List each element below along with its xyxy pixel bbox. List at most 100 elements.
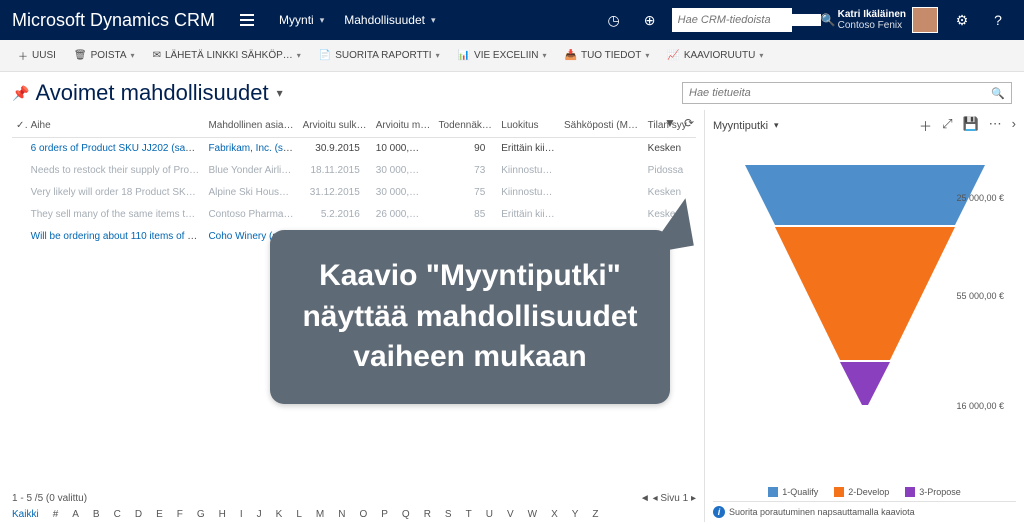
- chart-title[interactable]: Myyntiputki: [713, 120, 768, 132]
- cmd-email-link[interactable]: ✉ LÄHETÄ LINKKI SÄHKÖP… ▾: [145, 46, 309, 65]
- chart-save-icon[interactable]: 💾: [962, 116, 978, 135]
- customer-link[interactable]: Contoso Pharmaceuticals (…: [208, 209, 298, 220]
- col-estclose[interactable]: Arvioitu sulkemispäiv…: [299, 114, 372, 138]
- chart-new-icon[interactable]: ＋: [919, 116, 932, 135]
- chart-more-icon[interactable]: ⋯: [989, 116, 1002, 135]
- table-row[interactable]: They sell many of the same items that we…: [12, 204, 696, 226]
- command-bar: ＋ UUSI 🗑 POISTA ▾ ✉ LÄHETÄ LINKKI SÄHKÖP…: [0, 40, 1024, 72]
- funnel-label-2: 55 000,00 €: [956, 291, 1004, 301]
- alpha-letter[interactable]: G: [197, 509, 205, 520]
- nav-entity-opportunities[interactable]: Mahdollisuudet ▾: [334, 0, 445, 40]
- cmd-import[interactable]: 📥 TUO TIEDOT ▾: [557, 46, 658, 65]
- col-rating[interactable]: Luokitus: [497, 114, 560, 138]
- brand-title: Microsoft Dynamics CRM: [8, 10, 225, 31]
- select-all-checkbox[interactable]: ✓: [12, 114, 27, 138]
- opportunity-grid: ✓ Aihe Mahdollinen asiakas Arvioitu sulk…: [12, 114, 696, 248]
- global-search[interactable]: 🔍: [672, 8, 792, 32]
- user-menu[interactable]: Katri Ikäläinen Contoso Fenix: [832, 7, 944, 33]
- customer-link[interactable]: Alpine Ski House (sample): [208, 187, 298, 198]
- alpha-letter[interactable]: D: [135, 509, 142, 520]
- table-row[interactable]: 6 orders of Product SKU JJ202 (sample)Fa…: [12, 138, 696, 160]
- tutorial-callout: Kaavio "Myyntiputki" näyttää mahdollisuu…: [270, 230, 670, 404]
- col-estrev[interactable]: Arvioitu myyntit…: [372, 114, 435, 138]
- funnel-seg-qualify[interactable]: [745, 165, 985, 225]
- pin-icon[interactable]: 📌: [12, 85, 29, 102]
- cmd-new[interactable]: ＋ UUSI: [10, 44, 64, 67]
- alpha-letter[interactable]: E: [156, 509, 163, 520]
- view-title[interactable]: Avoimet mahdollisuudet: [35, 80, 268, 106]
- search-icon[interactable]: 🔍: [991, 87, 1005, 100]
- alpha-letter[interactable]: C: [114, 509, 121, 520]
- alpha-letter[interactable]: B: [93, 509, 100, 520]
- alpha-letter[interactable]: N: [338, 509, 345, 520]
- funnel-chart[interactable]: [740, 165, 990, 445]
- alpha-letter[interactable]: K: [276, 509, 283, 520]
- view-header: 📌 Avoimet mahdollisuudet ▾ 🔍: [0, 72, 1024, 110]
- record-count: 1 - 5 /5 (0 valittu): [12, 493, 87, 504]
- funnel-seg-propose[interactable]: [840, 362, 890, 405]
- alpha-all[interactable]: Kaikki: [12, 509, 39, 520]
- table-row[interactable]: Needs to restock their supply of Product…: [12, 160, 696, 182]
- alpha-letter[interactable]: I: [240, 509, 243, 520]
- col-customer[interactable]: Mahdollinen asiakas: [204, 114, 298, 138]
- refresh-icon[interactable]: ⟳: [684, 116, 694, 130]
- help-icon[interactable]: ?: [980, 0, 1016, 40]
- user-name: Katri Ikäläinen: [838, 9, 906, 20]
- cmd-delete[interactable]: 🗑 POISTA ▾: [66, 46, 143, 65]
- funnel-seg-develop[interactable]: [775, 227, 955, 360]
- alpha-letter[interactable]: J: [257, 509, 262, 520]
- view-search-input[interactable]: [689, 87, 991, 99]
- recent-icon[interactable]: ◷: [596, 0, 632, 40]
- customer-link[interactable]: Blue Yonder Airlines (samp…: [208, 165, 298, 176]
- chevron-down-icon[interactable]: ▾: [774, 120, 779, 131]
- topic-link[interactable]: They sell many of the same items that we…: [31, 209, 205, 220]
- alpha-letter[interactable]: R: [424, 509, 431, 520]
- chart-collapse-icon[interactable]: ›: [1012, 116, 1016, 135]
- chevron-down-icon: ▾: [431, 15, 436, 26]
- alpha-letter[interactable]: Y: [572, 509, 579, 520]
- filter-icon[interactable]: ▼: [664, 116, 676, 130]
- alpha-letter[interactable]: U: [486, 509, 493, 520]
- topic-link[interactable]: Very likely will order 18 Product SKU JJ…: [31, 187, 205, 198]
- topic-link[interactable]: Needs to restock their supply of Product…: [31, 165, 205, 176]
- chevron-down-icon[interactable]: ▾: [277, 86, 283, 100]
- chart-legend: 1-Qualify 2-Develop 3-Propose: [713, 479, 1016, 501]
- col-prob[interactable]: Todennäköisyys…: [435, 114, 498, 138]
- settings-icon[interactable]: ⚙: [944, 0, 980, 40]
- info-icon: i: [713, 506, 725, 518]
- table-row[interactable]: Very likely will order 18 Product SKU JJ…: [12, 182, 696, 204]
- funnel-label-1: 25 000,00 €: [956, 193, 1004, 203]
- alpha-letter[interactable]: F: [177, 509, 183, 520]
- quick-create-icon[interactable]: ⊕: [632, 0, 668, 40]
- page-nav[interactable]: ◄ ◂ Sivu 1 ▸: [640, 493, 696, 504]
- grid-footer: 1 - 5 /5 (0 valittu) ◄ ◂ Sivu 1 ▸: [12, 493, 696, 504]
- alpha-letter[interactable]: L: [296, 509, 302, 520]
- cmd-export-excel[interactable]: 📊 VIE EXCELIIN ▾: [450, 46, 555, 65]
- nav-area-sales[interactable]: Myynti ▾: [269, 0, 334, 40]
- topic-link[interactable]: 6 orders of Product SKU JJ202 (sample): [31, 143, 205, 154]
- alpha-letter[interactable]: V: [507, 509, 514, 520]
- col-email[interactable]: Sähköposti (Mahdollinen a…: [560, 114, 644, 138]
- alpha-letter[interactable]: S: [445, 509, 452, 520]
- alpha-letter[interactable]: X: [551, 509, 558, 520]
- alpha-letter[interactable]: H: [219, 509, 226, 520]
- alpha-letter[interactable]: Q: [402, 509, 410, 520]
- alpha-letter[interactable]: Z: [592, 509, 598, 520]
- alpha-letter[interactable]: W: [528, 509, 537, 520]
- alpha-letter[interactable]: A: [72, 509, 79, 520]
- cmd-chart-pane[interactable]: 📈 KAAVIORUUTU ▾: [659, 46, 771, 65]
- alphabet-filter[interactable]: Kaikki # A B C D E F G H I J K L M N O P Q R S T U V W X Y Z: [12, 509, 696, 520]
- alpha-letter[interactable]: P: [381, 509, 388, 520]
- cmd-run-report[interactable]: 📄 SUORITA RAPORTTI ▾: [311, 46, 448, 65]
- customer-link[interactable]: Fabrikam, Inc. (sample): [208, 143, 298, 154]
- alpha-letter[interactable]: T: [466, 509, 472, 520]
- advanced-find-icon[interactable]: ⧉: [796, 0, 832, 40]
- menu-icon[interactable]: [233, 14, 261, 26]
- alpha-letter[interactable]: #: [53, 509, 59, 520]
- alpha-letter[interactable]: O: [359, 509, 367, 520]
- chart-expand-icon[interactable]: ⤢: [942, 116, 952, 135]
- topic-link[interactable]: Will be ordering about 110 items of all …: [31, 231, 205, 242]
- alpha-letter[interactable]: M: [316, 509, 324, 520]
- view-search[interactable]: 🔍: [682, 82, 1012, 104]
- col-topic[interactable]: Aihe: [27, 114, 205, 138]
